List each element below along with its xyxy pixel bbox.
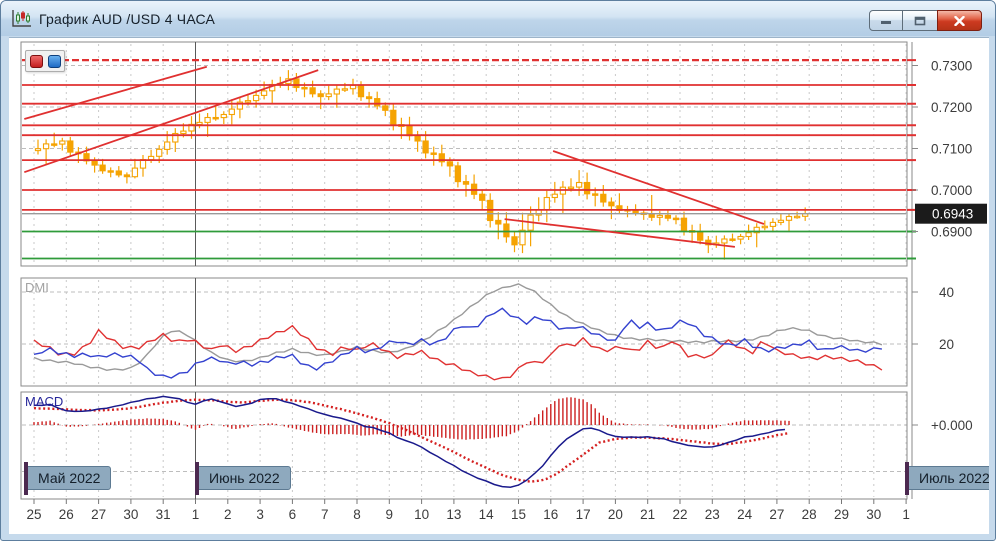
svg-text:0.7000: 0.7000	[931, 183, 972, 198]
svg-text:3: 3	[256, 507, 264, 522]
svg-text:28: 28	[802, 507, 817, 522]
maximize-button[interactable]	[903, 10, 937, 31]
svg-text:1: 1	[192, 507, 200, 522]
maximize-icon	[914, 16, 926, 25]
close-button[interactable]	[937, 10, 982, 31]
svg-text:6: 6	[289, 507, 297, 522]
svg-text:2: 2	[224, 507, 232, 522]
svg-text:27: 27	[91, 507, 106, 522]
svg-text:30: 30	[123, 507, 138, 522]
svg-text:23: 23	[705, 507, 720, 522]
svg-text:31: 31	[156, 507, 171, 522]
svg-text:17: 17	[576, 507, 591, 522]
macd-panel-title: MACD	[25, 394, 64, 409]
candlestick-chart-icon	[12, 9, 31, 27]
chart-canvas[interactable]: 0.73000.72000.71000.70000.69000.69434020…	[9, 38, 989, 534]
svg-text:14: 14	[479, 507, 495, 522]
svg-text:+0.000: +0.000	[931, 418, 973, 433]
svg-text:0.6900: 0.6900	[931, 225, 972, 240]
chart-client-area: 0.7300 0.7200 0.7100 0.7000 0.6900 0.6943 40 20…	[9, 37, 989, 534]
macd-axis-labels: +0.000	[912, 418, 973, 433]
svg-text:26: 26	[59, 507, 74, 522]
buy-marker-button[interactable]	[47, 54, 61, 68]
close-icon	[954, 15, 965, 26]
svg-text:9: 9	[386, 507, 394, 522]
svg-text:13: 13	[446, 507, 461, 522]
svg-text:20: 20	[608, 507, 623, 522]
month-label-may: Май 2022	[24, 462, 112, 495]
svg-text:0.7200: 0.7200	[931, 100, 972, 115]
svg-text:29: 29	[834, 507, 849, 522]
month-label-june: Июнь 2022	[195, 462, 291, 495]
chart-window: График AUD /USD 4 ЧАСА 0.7300 0.7200 0.710…	[0, 0, 996, 541]
svg-text:20: 20	[939, 337, 954, 352]
minimize-button[interactable]	[869, 10, 903, 31]
svg-text:1: 1	[902, 507, 910, 522]
price-axis-labels: 0.7300 0.7200 0.7100 0.7000 0.6900 0.6943	[912, 59, 987, 240]
screenshot-stage: График AUD /USD 4 ЧАСА 0.7300 0.7200 0.710…	[0, 0, 996, 541]
svg-text:30: 30	[866, 507, 881, 522]
svg-text:15: 15	[511, 507, 526, 522]
month-label-july: Июль 2022	[905, 462, 989, 495]
window-title: График AUD /USD 4 ЧАСА	[39, 10, 216, 27]
svg-text:0.7300: 0.7300	[931, 59, 972, 74]
panel-frame	[20, 391, 908, 500]
legend-toolbar	[25, 50, 65, 72]
svg-text:16: 16	[543, 507, 558, 522]
svg-text:21: 21	[640, 507, 655, 522]
svg-text:8: 8	[353, 507, 361, 522]
svg-text:0.6943: 0.6943	[932, 207, 973, 222]
sell-marker-button[interactable]	[29, 54, 43, 68]
month-start-marker	[905, 462, 909, 495]
svg-text:24: 24	[737, 507, 753, 522]
svg-text:7: 7	[321, 507, 329, 522]
svg-text:22: 22	[672, 507, 687, 522]
dmi-axis-labels: 40 20	[912, 285, 954, 352]
titlebar[interactable]: График AUD /USD 4 ЧАСА	[1, 1, 995, 36]
svg-text:0.7100: 0.7100	[931, 142, 972, 157]
svg-text:25: 25	[26, 507, 41, 522]
dmi-panel-title: DMI	[25, 280, 49, 295]
svg-text:10: 10	[414, 507, 429, 522]
month-start-marker	[24, 462, 28, 495]
svg-text:27: 27	[769, 507, 784, 522]
x-axis: 25 26 27 30 31 1 2 3 6 7 8 9 10 13 14 15 16 17 20 21 22 23 24 2…	[26, 499, 910, 522]
month-start-marker	[195, 462, 199, 495]
minimize-icon	[881, 21, 891, 24]
svg-text:40: 40	[939, 285, 954, 300]
